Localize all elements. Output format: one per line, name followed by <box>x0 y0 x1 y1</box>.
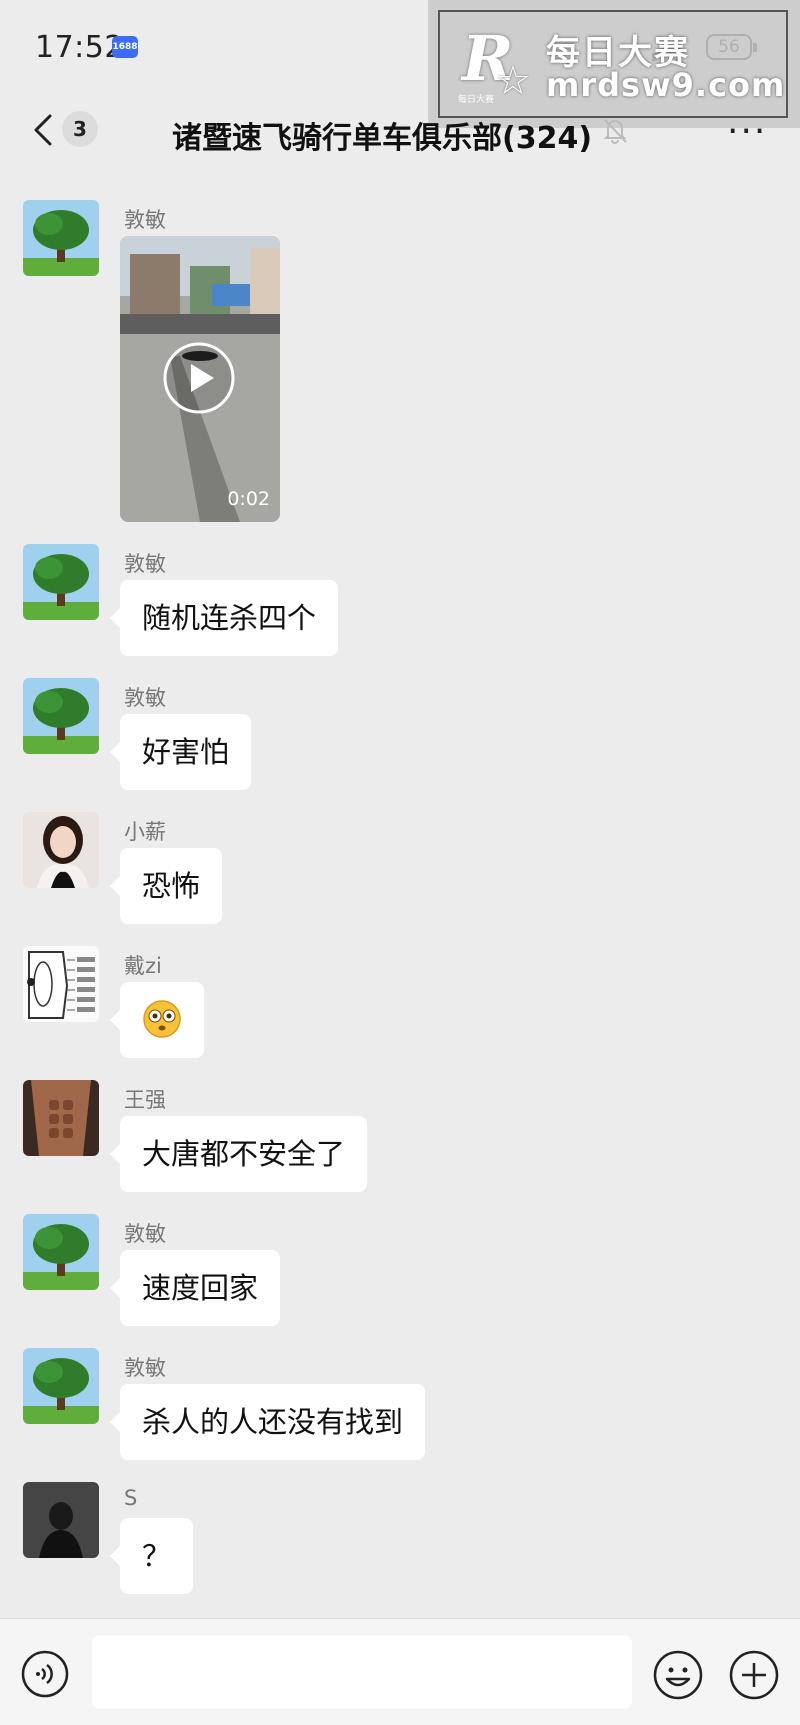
avatar-tree[interactable] <box>23 1214 99 1290</box>
flushed-face-emoji-icon <box>143 1000 181 1038</box>
avatar-dark-photo[interactable] <box>23 1482 99 1558</box>
status-time: 17:52 <box>35 30 124 65</box>
avatar-tree[interactable] <box>23 678 99 754</box>
sender-name: 敦敏 <box>124 552 166 576</box>
emoji-icon[interactable] <box>652 1649 704 1701</box>
plus-icon[interactable] <box>728 1649 780 1701</box>
message-bubble[interactable]: 杀人的人还没有找到 <box>109 1384 426 1460</box>
video-message[interactable]: 0:02 <box>120 236 280 522</box>
emoji-message-bubble[interactable] <box>110 982 204 1058</box>
avatar-abs[interactable] <box>23 1080 99 1156</box>
sender-name: S <box>124 1486 138 1510</box>
input-bar <box>0 1618 800 1725</box>
more-dots-icon[interactable]: ··· <box>727 114 767 150</box>
sender-name: 敦敏 <box>124 208 166 232</box>
avatar-tree[interactable] <box>23 200 99 276</box>
sender-name: 戴zi <box>124 954 162 978</box>
message-input[interactable] <box>92 1635 632 1709</box>
message-bubble[interactable]: 大唐都不安全了 <box>109 1116 368 1192</box>
chat-header: 3 诸暨速飞骑行单车俱乐部(324) ··· <box>0 95 800 165</box>
message-bubble[interactable]: ？ <box>109 1518 194 1594</box>
video-duration: 0:02 <box>227 488 270 510</box>
message-bubble[interactable]: 随机连杀四个 <box>109 580 339 656</box>
sender-name: 王强 <box>124 1088 166 1112</box>
avatar-cell-diagram[interactable] <box>23 946 99 1022</box>
chat-title: 诸暨速飞骑行单车俱乐部(324) <box>172 121 593 156</box>
play-icon[interactable] <box>163 342 235 414</box>
sender-name: 敦敏 <box>124 1356 166 1380</box>
message-bubble[interactable]: 好害怕 <box>109 714 252 790</box>
bell-slash-icon <box>603 119 627 144</box>
app-badge-icon: 1688 <box>112 36 138 58</box>
avatar-woman[interactable] <box>23 812 99 888</box>
sender-name: 小薪 <box>124 820 166 844</box>
message-bubble[interactable]: 恐怖 <box>109 848 223 924</box>
sender-name: 敦敏 <box>124 1222 166 1246</box>
unread-count-badge[interactable]: 3 <box>62 111 98 147</box>
message-bubble[interactable]: 速度回家 <box>109 1250 281 1326</box>
chevron-left-icon[interactable] <box>30 113 56 147</box>
avatar-tree[interactable] <box>23 1348 99 1424</box>
avatar-tree[interactable] <box>23 544 99 620</box>
sender-name: 敦敏 <box>124 686 166 710</box>
voice-icon[interactable] <box>20 1649 70 1699</box>
